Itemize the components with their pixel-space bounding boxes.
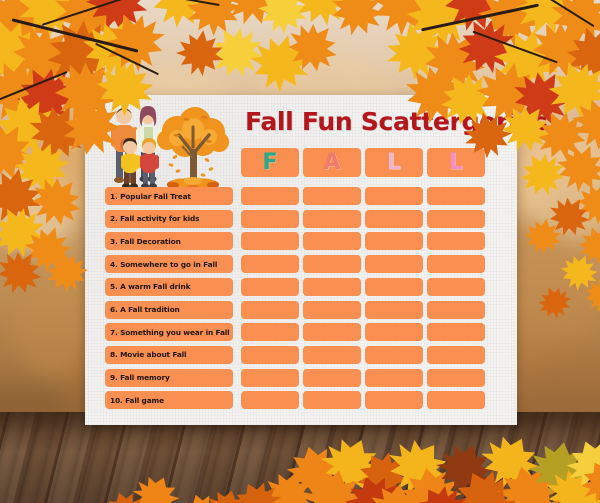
wooden-deck bbox=[0, 412, 600, 503]
poster-image: Fall Fun Scattergories F A L L 1. Popula… bbox=[0, 0, 600, 503]
category-label-row-8: 8. Movie about Fall bbox=[105, 345, 233, 364]
answer-cell-r3-c4[interactable] bbox=[427, 232, 485, 251]
category-label-text: 6. A Fall tradition bbox=[110, 305, 180, 314]
answer-cell-r5-c3[interactable] bbox=[365, 277, 423, 296]
answer-cell-r7-c1[interactable] bbox=[241, 323, 299, 342]
answer-cell-r1-c3[interactable] bbox=[365, 187, 423, 205]
wood-shading bbox=[0, 412, 600, 503]
category-label-row-6: 6. A Fall tradition bbox=[105, 300, 233, 319]
answer-cell-r4-c3[interactable] bbox=[365, 255, 423, 274]
answer-cell-r10-c1[interactable] bbox=[241, 391, 299, 410]
category-label-row-9: 9. Fall memory bbox=[105, 368, 233, 387]
category-label-text: 5. A warm Fall drink bbox=[110, 282, 191, 292]
answer-cell-r5-c2[interactable] bbox=[303, 277, 361, 296]
letter-glyph: A bbox=[323, 149, 341, 175]
answer-cell-r5-c4[interactable] bbox=[427, 277, 485, 296]
page-title: Fall Fun Scattergories bbox=[245, 107, 548, 136]
answer-cell-r9-c2[interactable] bbox=[303, 368, 361, 387]
answer-cell-r9-c3[interactable] bbox=[365, 368, 423, 387]
answer-cell-r4-c2[interactable] bbox=[303, 255, 361, 274]
category-label-text: 1. Popular Fall Treat bbox=[110, 191, 191, 201]
letter-glyph: F bbox=[262, 149, 278, 175]
answer-cell-r10-c3[interactable] bbox=[365, 391, 423, 410]
letter-header-cell-2: A bbox=[303, 148, 361, 177]
answer-cell-r8-c3[interactable] bbox=[365, 345, 423, 364]
answer-cell-r7-c2[interactable] bbox=[303, 323, 361, 342]
answer-cell-r6-c2[interactable] bbox=[303, 300, 361, 319]
category-label-text: 7. Something you wear in Fall bbox=[110, 327, 230, 337]
category-label-row-10: 10. Fall game bbox=[105, 391, 233, 410]
category-label-text: 8. Movie about Fall bbox=[110, 350, 187, 360]
answer-cell-r2-c1[interactable] bbox=[241, 209, 299, 228]
letter-header-cell-3: L bbox=[365, 148, 423, 177]
category-label-row-1: 1. Popular Fall Treat bbox=[105, 187, 233, 205]
answer-cell-r2-c2[interactable] bbox=[303, 209, 361, 228]
scattergories-card: Fall Fun Scattergories F A L L 1. Popula… bbox=[85, 95, 548, 425]
category-label-text: 9. Fall memory bbox=[110, 373, 170, 383]
answer-cell-r10-c2[interactable] bbox=[303, 391, 361, 410]
answer-cell-r1-c2[interactable] bbox=[303, 187, 361, 205]
category-label-text: 4. Somewhere to go in Fall bbox=[110, 259, 218, 269]
category-label-text: 10. Fall game bbox=[110, 395, 164, 405]
letter-glyph: L bbox=[386, 149, 402, 175]
answer-cell-r2-c3[interactable] bbox=[365, 209, 423, 228]
answer-cell-r9-c1[interactable] bbox=[241, 368, 299, 387]
category-label-row-7: 7. Something you wear in Fall bbox=[105, 323, 233, 342]
answer-cell-r1-c4[interactable] bbox=[427, 187, 485, 205]
autumn-tree-illustration bbox=[153, 105, 233, 193]
letter-glyph: L bbox=[448, 149, 464, 175]
answer-cell-r1-c1[interactable] bbox=[241, 187, 299, 205]
answer-cell-r3-c3[interactable] bbox=[365, 232, 423, 251]
answer-cell-r6-c3[interactable] bbox=[365, 300, 423, 319]
category-label-text: 3. Fall Decoration bbox=[110, 236, 181, 246]
answer-cell-r3-c1[interactable] bbox=[241, 232, 299, 251]
answer-cell-r6-c4[interactable] bbox=[427, 300, 485, 319]
answer-cell-r7-c3[interactable] bbox=[365, 323, 423, 342]
letter-header-cell-4: L bbox=[427, 148, 485, 177]
category-label-row-3: 3. Fall Decoration bbox=[105, 232, 233, 251]
answer-cell-r6-c1[interactable] bbox=[241, 300, 299, 319]
answer-cell-r8-c4[interactable] bbox=[427, 345, 485, 364]
answer-cell-r4-c4[interactable] bbox=[427, 255, 485, 274]
answer-cell-r7-c4[interactable] bbox=[427, 323, 485, 342]
category-label-row-5: 5. A warm Fall drink bbox=[105, 277, 233, 296]
answer-cell-r4-c1[interactable] bbox=[241, 255, 299, 274]
answer-cell-r8-c1[interactable] bbox=[241, 345, 299, 364]
answer-cell-r8-c2[interactable] bbox=[303, 345, 361, 364]
category-label-row-2: 2. Fall activity for kids bbox=[105, 209, 233, 228]
answer-cell-r9-c4[interactable] bbox=[427, 368, 485, 387]
answer-cell-r10-c4[interactable] bbox=[427, 391, 485, 410]
category-label-row-4: 4. Somewhere to go in Fall bbox=[105, 255, 233, 274]
answer-cell-r3-c2[interactable] bbox=[303, 232, 361, 251]
answer-cell-r2-c4[interactable] bbox=[427, 209, 485, 228]
letter-header-cell-1: F bbox=[241, 148, 299, 177]
answer-cell-r5-c1[interactable] bbox=[241, 277, 299, 296]
category-label-text: 2. Fall activity for kids bbox=[110, 214, 200, 224]
